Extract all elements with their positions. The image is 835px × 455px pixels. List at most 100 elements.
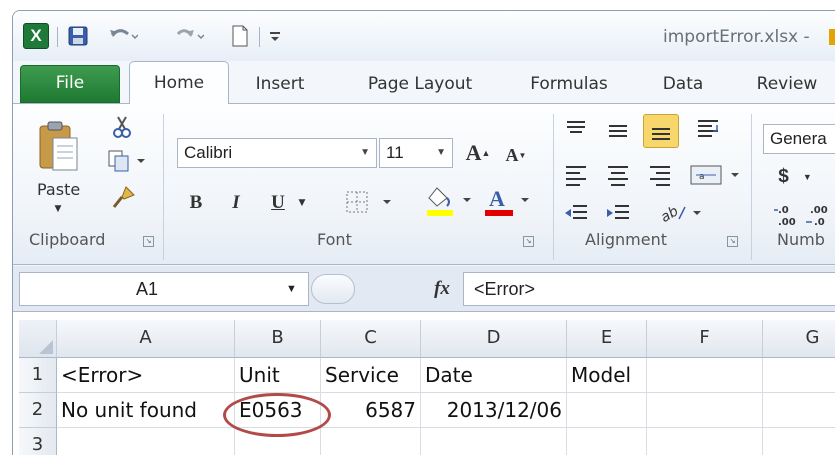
borders-icon[interactable]	[343, 188, 403, 216]
formula-input[interactable]: <Error>	[463, 272, 835, 306]
column-header-d[interactable]: D	[421, 320, 567, 358]
align-bottom-icon[interactable]	[643, 114, 679, 148]
shrink-font-icon[interactable]: A ▼	[501, 142, 531, 168]
increase-decimal-icon[interactable]: .0.00	[773, 200, 803, 230]
cell-b2[interactable]: E0563	[235, 393, 321, 428]
cell-g2[interactable]	[763, 393, 835, 428]
align-center-icon[interactable]	[603, 162, 633, 188]
cell-f1[interactable]	[647, 358, 763, 393]
undo-icon[interactable]	[107, 24, 139, 48]
insert-function-button[interactable]: fx	[427, 274, 457, 304]
font-launcher-icon[interactable]: ↘	[523, 236, 534, 247]
cell-g1[interactable]	[763, 358, 835, 393]
tab-page-layout[interactable]: Page Layout	[349, 67, 491, 103]
number-format-combo[interactable]: Genera	[763, 124, 835, 154]
cell-e1[interactable]: Model	[567, 358, 647, 393]
cell-e3[interactable]	[567, 428, 647, 455]
cell-b3[interactable]	[235, 428, 321, 455]
cell-g3[interactable]	[763, 428, 835, 455]
underline-dropdown-icon[interactable]: ▼	[295, 196, 309, 210]
paste-dropdown-icon[interactable]: ▼	[51, 204, 65, 214]
font-group-label: Font	[317, 230, 352, 249]
row-header-1[interactable]: 1	[19, 358, 57, 393]
excel-logo-icon[interactable]: X	[23, 23, 49, 49]
fill-color-icon[interactable]	[423, 184, 487, 218]
font-size-combo[interactable]: 11 ▼	[379, 138, 453, 168]
cell-a2[interactable]: No unit found	[57, 393, 235, 428]
merge-center-icon[interactable]: a	[689, 162, 745, 188]
font-size-dropdown-icon[interactable]: ▼	[436, 139, 446, 167]
tab-file[interactable]: File	[20, 65, 120, 103]
formula-bar: A1 ▼ fx <Error>	[13, 266, 835, 311]
column-header-e[interactable]: E	[567, 320, 647, 358]
worksheet-grid: A B C D E F G 1 2 3 <Error> Unit Service…	[13, 311, 835, 455]
cell-d3[interactable]	[421, 428, 567, 455]
column-header-a[interactable]: A	[57, 320, 235, 358]
group-separator	[163, 114, 164, 260]
format-painter-icon[interactable]	[109, 184, 137, 212]
svg-text:a: a	[699, 172, 705, 182]
font-color-icon[interactable]: A	[483, 184, 543, 218]
column-header-g[interactable]: G	[763, 320, 835, 358]
decrease-decimal-icon[interactable]: .00.0	[805, 200, 835, 230]
copy-icon[interactable]	[107, 148, 151, 174]
select-all-corner[interactable]	[19, 320, 57, 358]
name-box[interactable]: A1 ▼	[19, 272, 309, 306]
increase-indent-icon[interactable]	[603, 200, 633, 226]
window-title: importError.xlsx -	[663, 27, 810, 47]
row-header-2[interactable]: 2	[19, 393, 57, 428]
orientation-icon[interactable]	[693, 116, 725, 142]
row-header-3[interactable]: 3	[19, 428, 57, 455]
align-right-icon[interactable]	[645, 162, 675, 188]
cell-f2[interactable]	[647, 393, 763, 428]
bold-button[interactable]: B	[185, 190, 207, 216]
cell-d1[interactable]: Date	[421, 358, 567, 393]
tab-insert[interactable]: Insert	[245, 67, 315, 103]
cell-d2[interactable]: 2013/12/06	[421, 393, 567, 428]
grow-font-icon[interactable]: A ▲	[463, 138, 493, 168]
ribbon: Paste ▼ Clipboard ↘ Calibri ▼ 11 ▼ A ▲ A ▼…	[13, 103, 835, 265]
text-direction-icon[interactable]: ab	[657, 200, 707, 226]
qa-separator	[57, 27, 58, 47]
paste-label[interactable]: Paste	[37, 180, 80, 199]
font-name-dropdown-icon[interactable]: ▼	[360, 139, 370, 167]
name-box-dropdown-icon[interactable]: ▼	[286, 273, 297, 305]
tab-data[interactable]: Data	[653, 67, 713, 103]
currency-dropdown-icon[interactable]: ▼	[803, 172, 812, 182]
clipboard-launcher-icon[interactable]: ↘	[143, 236, 154, 247]
cut-icon[interactable]	[109, 114, 135, 140]
cell-f3[interactable]	[647, 428, 763, 455]
column-header-c[interactable]: C	[321, 320, 421, 358]
tab-review[interactable]: Review	[747, 67, 827, 103]
paste-icon[interactable]	[35, 118, 81, 176]
cell-a1[interactable]: <Error>	[57, 358, 235, 393]
cell-a3[interactable]	[57, 428, 235, 455]
cell-c3[interactable]	[321, 428, 421, 455]
font-name-combo[interactable]: Calibri ▼	[177, 138, 377, 168]
cell-c2[interactable]: 6587	[321, 393, 421, 428]
column-header-f[interactable]: F	[647, 320, 763, 358]
new-document-icon[interactable]	[229, 24, 251, 48]
font-size-value: 11	[386, 143, 404, 162]
column-header-b[interactable]: B	[235, 320, 321, 358]
italic-button[interactable]: I	[225, 190, 247, 216]
align-top-icon[interactable]	[561, 116, 591, 140]
align-left-icon[interactable]	[561, 162, 591, 188]
currency-format-button[interactable]: $ ▼	[773, 164, 817, 190]
redo-icon[interactable]	[173, 24, 205, 48]
number-format-value: Genera	[770, 129, 827, 148]
formula-bar-splitter[interactable]	[311, 274, 355, 304]
alignment-launcher-icon[interactable]: ↘	[727, 236, 738, 247]
align-middle-icon[interactable]	[603, 118, 633, 142]
cell-b1[interactable]: Unit	[235, 358, 321, 393]
number-group-label: Numb	[777, 230, 825, 249]
decrease-indent-icon[interactable]	[561, 200, 591, 226]
save-icon[interactable]	[65, 24, 91, 48]
tab-formulas[interactable]: Formulas	[513, 67, 625, 103]
ribbon-tabs: File Home Insert Page Layout Formulas Da…	[13, 61, 835, 104]
underline-button[interactable]: U	[267, 190, 289, 216]
cell-c1[interactable]: Service	[321, 358, 421, 393]
tab-home[interactable]: Home	[129, 61, 229, 104]
cell-e2[interactable]	[567, 393, 647, 428]
customize-qa-icon[interactable]	[267, 24, 283, 48]
